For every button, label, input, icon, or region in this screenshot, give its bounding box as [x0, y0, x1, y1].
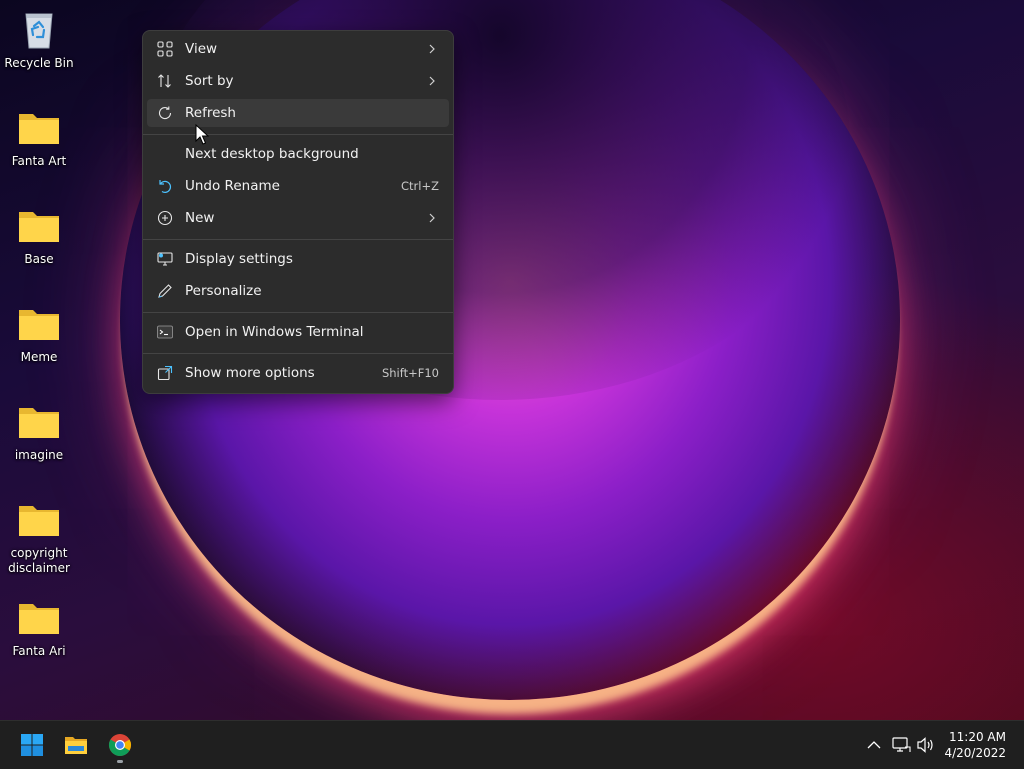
menu-item-label: Display settings [185, 251, 293, 267]
menu-separator [143, 353, 453, 354]
volume-button[interactable] [916, 735, 936, 755]
desktop-icon-label: copyright disclaimer [8, 546, 70, 575]
clock-date: 4/20/2022 [944, 746, 1006, 760]
menu-item-label: Sort by [185, 73, 234, 89]
menu-item-label: Refresh [185, 105, 236, 121]
more-options-icon [157, 365, 173, 381]
menu-separator [143, 312, 453, 313]
chevron-up-icon [867, 741, 881, 749]
taskbar-clock[interactable]: 11:20 AM 4/20/2022 [944, 729, 1006, 761]
menu-item-view[interactable]: View [147, 35, 449, 63]
undo-icon [157, 178, 173, 194]
menu-item-refresh[interactable]: Refresh [147, 99, 449, 127]
menu-item-shortcut: Ctrl+Z [401, 179, 439, 193]
volume-icon [917, 737, 933, 753]
mouse-pointer-icon [195, 123, 210, 146]
folder-icon [17, 400, 61, 444]
taskbar: 11:20 AM 4/20/2022 [0, 720, 1024, 769]
menu-item-label: Undo Rename [185, 178, 280, 194]
pen-icon [157, 283, 173, 299]
desktop-icon-folder[interactable]: Fanta Art [0, 106, 78, 169]
menu-item-shortcut: Shift+F10 [381, 366, 439, 380]
show-hidden-icons-button[interactable] [864, 735, 884, 755]
chevron-right-icon [427, 41, 437, 57]
desktop-icon-label: Fanta Art [11, 154, 67, 168]
desktop-icon-recycle-bin[interactable]: Recycle Bin [0, 8, 78, 71]
menu-item-show-more-options[interactable]: Show more options Shift+F10 [147, 359, 449, 387]
desktop-icon-folder[interactable]: Meme [0, 302, 78, 365]
desktop-context-menu: View Sort by Refresh Next desktop backgr… [142, 30, 454, 394]
desktop-icon-label: Meme [20, 350, 58, 364]
desktop-icon-folder[interactable]: copyright disclaimer [0, 498, 78, 576]
menu-separator [143, 134, 453, 135]
recycle-bin-icon [17, 8, 61, 52]
menu-item-label: New [185, 210, 215, 226]
network-icon [892, 737, 911, 752]
plus-circle-icon [157, 210, 173, 226]
desktop-icon-label: Base [24, 252, 54, 266]
menu-separator [143, 239, 453, 240]
menu-item-undo-rename[interactable]: Undo Rename Ctrl+Z [147, 172, 449, 200]
desktop-icon-label: Recycle Bin [4, 56, 74, 70]
active-app-indicator [117, 760, 123, 763]
folder-icon [17, 106, 61, 150]
display-icon [157, 251, 173, 267]
menu-item-display-settings[interactable]: Display settings [147, 245, 449, 273]
menu-item-label: Next desktop background [185, 146, 359, 162]
chrome-icon [109, 734, 131, 756]
menu-item-new[interactable]: New [147, 204, 449, 232]
folder-icon [17, 302, 61, 346]
menu-item-sort-by[interactable]: Sort by [147, 67, 449, 95]
network-button[interactable] [891, 735, 911, 755]
menu-item-next-desktop-background[interactable]: Next desktop background [147, 140, 449, 168]
sort-icon [157, 73, 173, 89]
chevron-right-icon [427, 210, 437, 226]
terminal-icon [157, 324, 173, 340]
desktop-icon-folder[interactable]: Fanta Ari [0, 596, 78, 659]
menu-item-label: Personalize [185, 283, 262, 299]
desktop-icon-folder[interactable]: imagine [0, 400, 78, 463]
menu-item-label: Open in Windows Terminal [185, 324, 364, 340]
taskbar-chrome-button[interactable] [100, 727, 140, 763]
taskbar-file-explorer-button[interactable] [56, 727, 96, 763]
menu-item-label: View [185, 41, 218, 57]
clock-time: 11:20 AM [949, 730, 1006, 744]
file-explorer-icon [65, 737, 87, 754]
refresh-icon [157, 105, 173, 121]
grid-icon [157, 41, 173, 57]
folder-icon [17, 204, 61, 248]
menu-item-personalize[interactable]: Personalize [147, 277, 449, 305]
folder-icon [17, 596, 61, 640]
taskbar-start-button[interactable] [12, 727, 52, 763]
chevron-right-icon [427, 73, 437, 89]
windows-start-icon [21, 734, 43, 756]
menu-item-open-in-windows-terminal[interactable]: Open in Windows Terminal [147, 318, 449, 346]
desktop-icon-label: imagine [14, 448, 64, 462]
desktop-icon-folder[interactable]: Base [0, 204, 78, 267]
folder-icon [17, 498, 61, 542]
menu-item-label: Show more options [185, 365, 315, 381]
desktop-icon-label: Fanta Ari [12, 644, 66, 658]
